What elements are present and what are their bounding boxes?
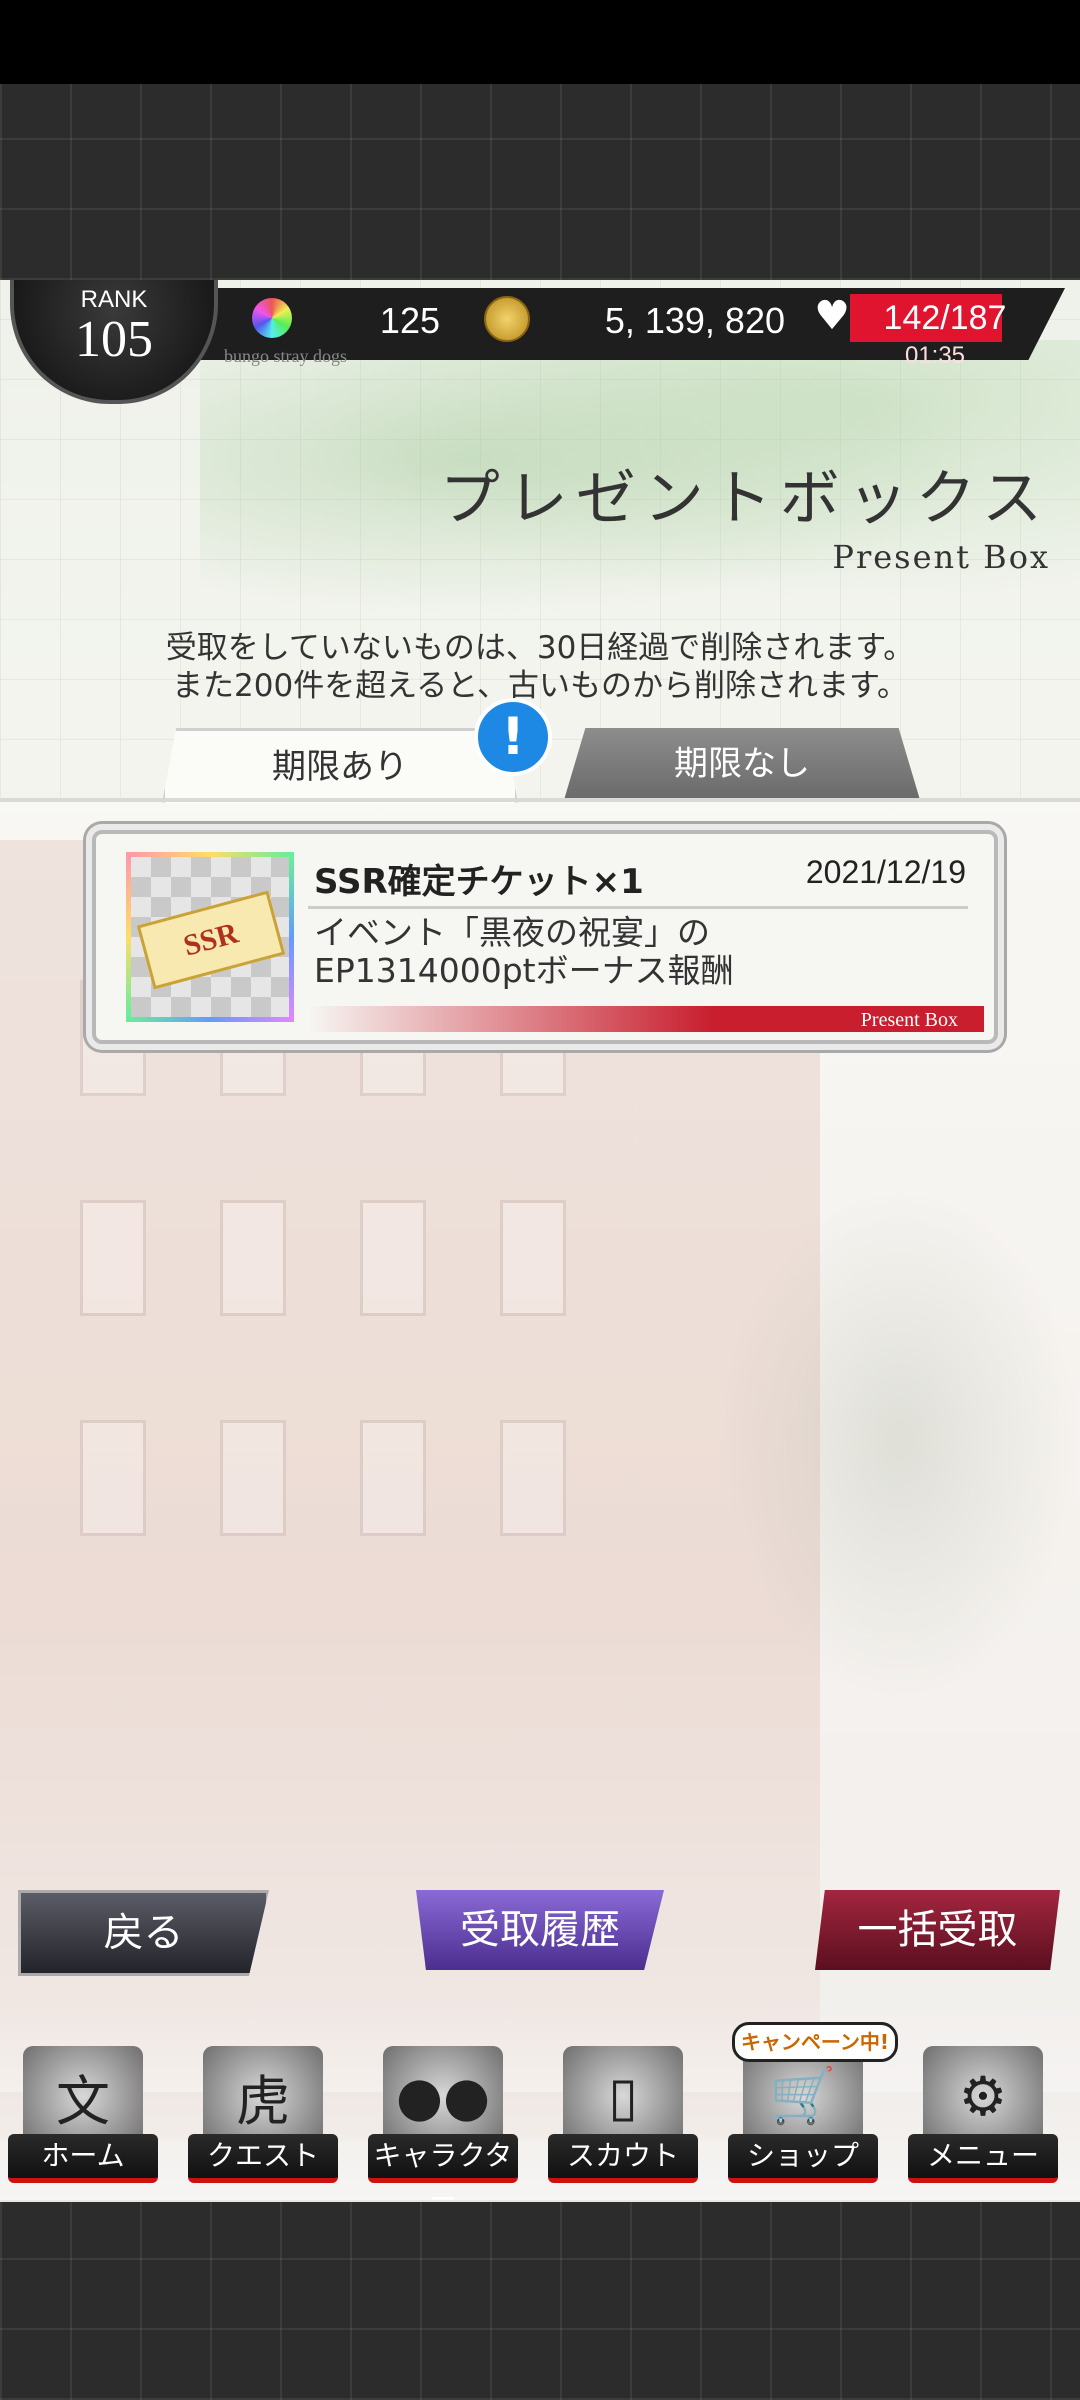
- receive-all-button[interactable]: 一括受取: [815, 1890, 1060, 1970]
- game-screen: RANK 105 bungo stray dogs 125 5, 139, 82…: [0, 280, 1080, 2202]
- tab-no-deadline[interactable]: 期限なし: [564, 728, 920, 800]
- scout-icon: ▯: [563, 2046, 683, 2146]
- coin-icon: [484, 296, 530, 342]
- nav-character[interactable]: ●● キャラクター: [368, 2046, 518, 2202]
- bottom-frame: [0, 2202, 1080, 2400]
- character-icon: ●●: [383, 2046, 503, 2146]
- quest-icon: 虎: [203, 2046, 323, 2146]
- nav-shop-label: ショップ: [728, 2134, 878, 2183]
- nav-quest-label: クエスト: [188, 2134, 338, 2183]
- page-title: プレゼントボックス: [439, 464, 1050, 534]
- nav-home-label: ホーム: [8, 2134, 158, 2183]
- ticket-thumbnail: SSR: [126, 852, 294, 1022]
- bottom-nav: 文 ホーム 虎 クエスト ●● キャラクター ▯ スカウト 🛒 ショップ ⚙ メ…: [0, 2000, 1080, 2202]
- alert-icon: !: [474, 698, 552, 776]
- nav-scout-label: スカウト: [548, 2134, 698, 2183]
- top-frame: [0, 84, 1080, 280]
- item-description-line-2: EP1314000ptボーナス報酬: [314, 951, 734, 990]
- rank-badge: RANK 105: [10, 280, 218, 404]
- item-description-line-1: イベント「黒夜の祝宴」の: [314, 913, 710, 952]
- ssr-ticket-icon: SSR: [136, 890, 286, 990]
- stamina-timer: 01:35: [904, 342, 966, 369]
- gem-icon: [252, 298, 292, 338]
- receive-history-button[interactable]: 受取履歴: [416, 1890, 664, 1970]
- item-footer-label: Present Box: [860, 1009, 958, 1031]
- nav-shop[interactable]: 🛒 ショップ: [728, 2046, 878, 2186]
- heart-icon: ♥: [814, 293, 850, 339]
- notice-line-2: また200件を超えると、古いものから削除されます。: [172, 668, 908, 704]
- back-button[interactable]: 戻る: [18, 1890, 269, 1976]
- stamina-count: 142/187: [883, 299, 1007, 337]
- nav-character-label: キャラクター: [368, 2134, 518, 2202]
- nav-menu[interactable]: ⚙ メニュー: [908, 2046, 1058, 2186]
- page-subtitle: Present Box: [832, 538, 1050, 576]
- list-item[interactable]: SSR SSR確定チケット×1 2021/12/19 イベント「黒夜の祝宴」の …: [92, 830, 998, 1044]
- tab-with-deadline[interactable]: 期限あり: [162, 728, 518, 803]
- coin-count: 5, 139, 820: [604, 300, 785, 341]
- campaign-badge: キャンペーン中!: [732, 2022, 898, 2062]
- nav-quest[interactable]: 虎 クエスト: [188, 2046, 338, 2186]
- item-name: SSR確定チケット×1: [314, 862, 644, 902]
- home-icon: 文: [23, 2046, 143, 2146]
- game-tagline: bungo stray dogs: [224, 346, 347, 366]
- menu-icon: ⚙: [923, 2046, 1043, 2146]
- nav-menu-label: メニュー: [908, 2134, 1058, 2183]
- nav-home[interactable]: 文 ホーム: [8, 2046, 158, 2186]
- rank-value: 105: [75, 311, 153, 368]
- item-divider: [308, 906, 968, 909]
- gem-count: 125: [379, 300, 440, 341]
- item-date: 2021/12/19: [805, 854, 966, 890]
- item-description: イベント「黒夜の祝宴」の EP1314000ptボーナス報酬: [314, 914, 734, 990]
- status-bar: RANK 105 bungo stray dogs 125 5, 139, 82…: [0, 280, 1080, 404]
- nav-scout[interactable]: ▯ スカウト: [548, 2046, 698, 2186]
